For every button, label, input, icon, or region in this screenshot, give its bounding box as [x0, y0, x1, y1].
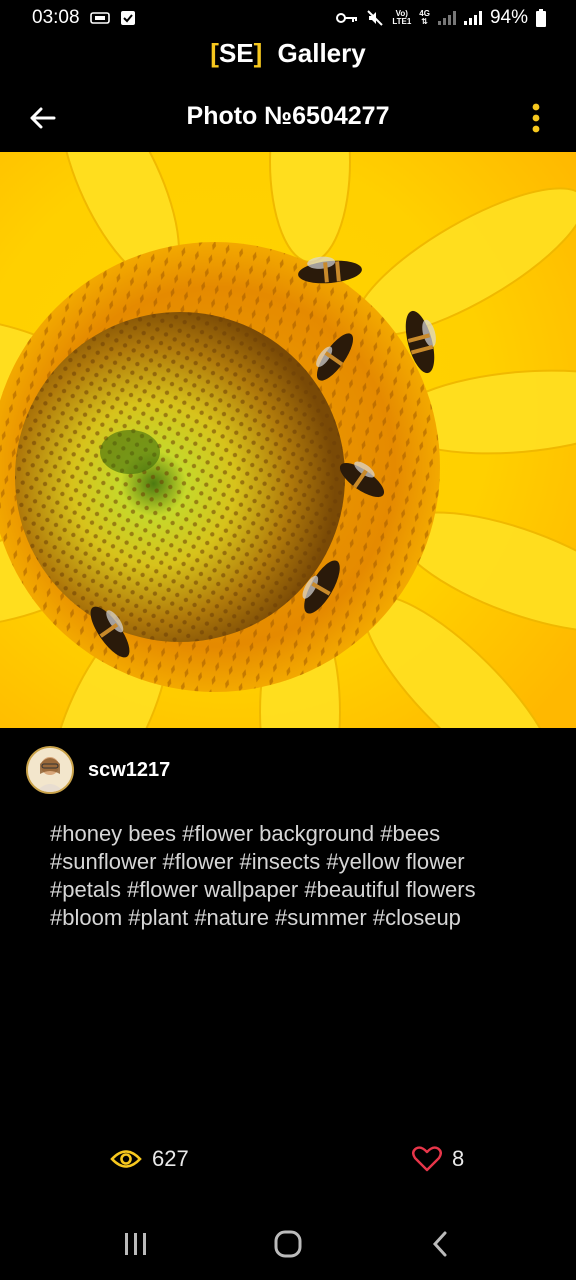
- views-count: 627: [152, 1146, 189, 1171]
- likes-count: 8: [452, 1146, 465, 1171]
- brand-bracket-close: ]: [253, 38, 263, 68]
- heart-icon[interactable]: [412, 1146, 442, 1172]
- network-type-label: 4G ⇅: [419, 10, 430, 26]
- brand-short: SE: [218, 38, 254, 68]
- chevron-left-icon: [432, 1231, 447, 1257]
- avatar-image: [28, 748, 72, 792]
- status-right: Vo) LTE1 4G ⇅ 94%: [336, 7, 546, 29]
- mute-icon: [366, 9, 384, 27]
- brand-bracket-open: [: [210, 38, 219, 68]
- nav-back-button[interactable]: [410, 1214, 470, 1274]
- vpn-key-icon: [336, 12, 358, 24]
- top-bar: Photo №6504277: [0, 90, 576, 146]
- app-title: [SE] Gallery: [0, 38, 576, 78]
- system-nav-bar: [0, 1208, 576, 1280]
- arrow-left-icon: [30, 107, 56, 129]
- more-options-button[interactable]: [518, 98, 554, 138]
- brand-name: Gallery: [277, 38, 366, 68]
- checkbox-notification-icon: [120, 10, 136, 26]
- signal-icon-1: [437, 11, 456, 25]
- battery-icon: [536, 9, 546, 27]
- page-title: Photo №6504277: [186, 102, 390, 130]
- status-left: 03:08: [32, 7, 136, 29]
- volte-label: Vo) LTE1: [392, 10, 411, 26]
- author-row[interactable]: scw1217: [26, 744, 170, 796]
- photo[interactable]: [0, 152, 576, 728]
- author-username[interactable]: scw1217: [88, 759, 170, 782]
- sunflower-image: [0, 152, 576, 728]
- avatar[interactable]: [26, 746, 74, 794]
- more-vertical-icon: [532, 103, 540, 133]
- battery-percent: 94%: [489, 7, 528, 28]
- volte-bottom: LTE1: [392, 17, 412, 26]
- status-time: 03:08: [32, 7, 80, 28]
- data-arrows-icon: ⇅: [421, 17, 428, 26]
- recents-icon: [125, 1233, 146, 1255]
- tags-text[interactable]: #honey bees #flower background #bees #su…: [50, 820, 540, 932]
- cast-icon: [89, 11, 110, 25]
- signal-icon-2: [463, 11, 482, 25]
- eye-icon: [110, 1150, 142, 1168]
- back-button[interactable]: [22, 98, 62, 138]
- home-icon: [274, 1230, 302, 1258]
- home-button[interactable]: [258, 1214, 318, 1274]
- stats-row: 627 8: [0, 1146, 576, 1186]
- recents-button[interactable]: [106, 1214, 166, 1274]
- status-bar: 03:08 Vo) LTE1 4G ⇅ 94%: [0, 0, 576, 36]
- views-stat: 627: [110, 1146, 189, 1172]
- likes-stat[interactable]: 8: [412, 1146, 464, 1172]
